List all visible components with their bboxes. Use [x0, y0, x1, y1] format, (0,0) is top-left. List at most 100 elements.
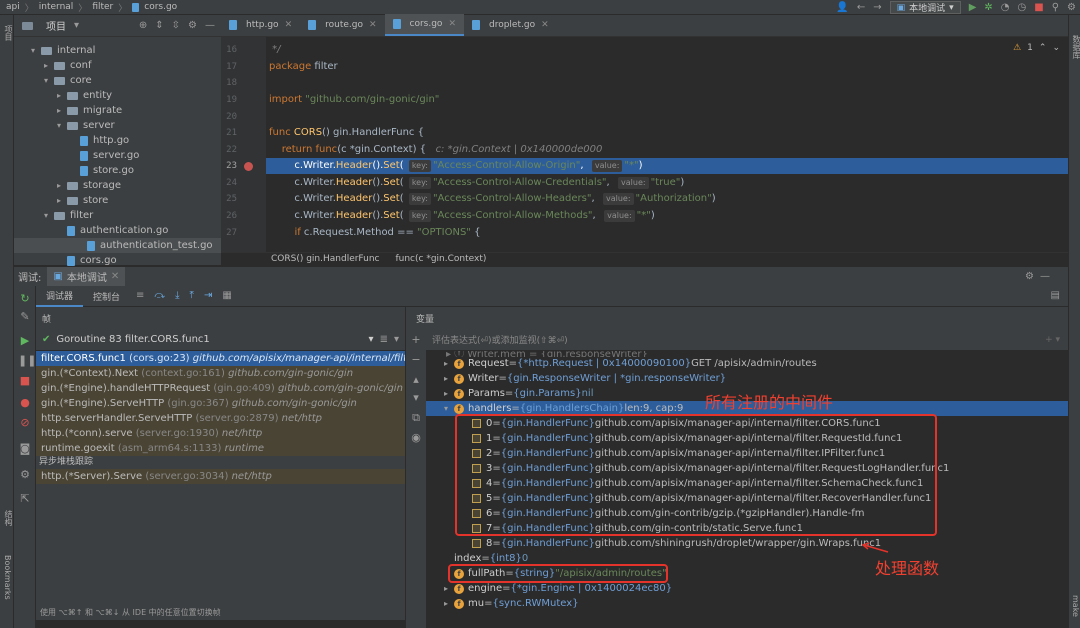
filter-icon[interactable]: ≣	[380, 334, 388, 345]
close-icon[interactable]: ✕	[285, 20, 293, 30]
project-tool-tab[interactable]: 项目	[3, 25, 14, 41]
move-up-icon[interactable]: ▴	[409, 373, 423, 387]
editor-tab[interactable]: cors.go ✕	[384, 14, 464, 36]
chevron-up-icon[interactable]: ⌃	[1039, 43, 1047, 53]
add-icon[interactable]: +	[409, 333, 423, 347]
gear-icon[interactable]: ⚙	[1025, 271, 1034, 282]
eye-icon[interactable]: ◉	[409, 431, 423, 445]
stop-icon[interactable]: ■	[18, 374, 32, 388]
move-down-icon[interactable]: ▾	[409, 391, 423, 405]
run-icon[interactable]: ▶	[969, 2, 977, 13]
pause-icon[interactable]: ❚❚	[18, 354, 36, 368]
step-into-icon[interactable]: ⤓	[175, 291, 179, 301]
chevron-right-icon[interactable]: ▸	[444, 581, 454, 596]
evaluate-grid-icon[interactable]: ▦	[222, 291, 231, 301]
chevron-right-icon[interactable]: ▸	[444, 386, 454, 401]
make-tool-tab[interactable]: make	[1071, 595, 1080, 617]
stop-icon[interactable]: ■	[1034, 2, 1043, 13]
add-watch-icon[interactable]: + ▾	[1045, 335, 1060, 345]
tab-console[interactable]: 控制台	[83, 286, 130, 307]
evaluate-expression-input[interactable]: 评估表达式(⏎)或添加监视(⇧⌘⏎) + ▾	[426, 329, 1068, 351]
tree-item[interactable]: ▾ core	[44, 73, 92, 88]
chevron-right-icon[interactable]: ▸	[444, 356, 454, 371]
debug-session-tab[interactable]: ▣ 本地调试 ✕	[47, 267, 126, 286]
tree-item[interactable]: ▾ server	[57, 118, 115, 133]
forward-arrow-icon[interactable]: →	[873, 2, 881, 13]
tab-debugger[interactable]: 调试器	[36, 286, 84, 307]
inspection-widget[interactable]: ⚠ 1 ⌃ ⌄	[1013, 43, 1060, 53]
debug-icon[interactable]: ✲	[984, 2, 992, 13]
tree-item[interactable]: server.go	[70, 148, 139, 163]
chevron-right-icon[interactable]: ▸	[444, 596, 454, 611]
profile-icon[interactable]: ◷	[1018, 2, 1027, 13]
chevron-down-icon[interactable]: ▾	[394, 334, 399, 345]
chevron-down-icon[interactable]: ▾	[57, 121, 67, 130]
variable-row[interactable]: ▸ f Params = {gin.Params} nil	[444, 386, 593, 401]
tree-item[interactable]: store.go	[70, 163, 134, 178]
stack-frame[interactable]: gin.(*Engine).handleHTTPRequest (gin.go:…	[36, 381, 405, 396]
async-stack-frame[interactable]: http.(*Server).Serve (server.go:3034) ne…	[36, 469, 405, 484]
tree-item[interactable]: ▾ filter	[44, 208, 93, 223]
chevron-down-icon[interactable]: ▾	[74, 20, 79, 31]
camera-icon[interactable]: ◙	[18, 442, 32, 456]
variable-row[interactable]: ▸ f engine = {*gin.Engine | 0x1400024ec80}	[444, 581, 672, 596]
rerun-icon[interactable]: ↻	[18, 292, 32, 306]
back-arrow-icon[interactable]: ←	[857, 2, 865, 13]
bookmarks-tool-tab[interactable]: Bookmarks	[3, 555, 12, 600]
variable-row[interactable]: ▸ f Request = {*http.Request | 0x140000901…	[444, 356, 817, 371]
gear-icon[interactable]: ⚙	[188, 20, 197, 31]
structure-tool-tab[interactable]: 结构	[3, 510, 14, 526]
duplicate-icon[interactable]: ⧉	[409, 411, 423, 425]
user-icon[interactable]: 👤	[836, 2, 848, 13]
search-icon[interactable]: ⚲	[1052, 2, 1059, 13]
chevron-right-icon[interactable]: ▸	[57, 91, 67, 100]
coverage-icon[interactable]: ◔	[1001, 2, 1010, 13]
mute-breakpoints-icon[interactable]: ⊘	[18, 416, 32, 430]
minimize-icon[interactable]: —	[205, 20, 215, 31]
gear-icon[interactable]: ⚙	[1067, 2, 1076, 13]
goroutine-select[interactable]: ✔ Goroutine 83 filter.CORS.func1 ▾ ≣ ▾	[36, 329, 405, 351]
run-configuration-select[interactable]: ▣ 本地调试 ▾	[889, 1, 961, 14]
variable-row[interactable]: ▸ f mu = {sync.RWMutex}	[444, 596, 579, 611]
chevron-right-icon[interactable]: ▸	[444, 371, 454, 386]
pin-icon[interactable]: ⇱	[18, 492, 32, 506]
close-icon[interactable]: ✕	[448, 19, 456, 29]
tree-item[interactable]: ▸ store	[57, 193, 108, 208]
close-icon[interactable]: ✕	[111, 271, 119, 282]
stack-frame[interactable]: http.serverHandler.ServeHTTP (server.go:…	[36, 411, 405, 426]
chevron-down-icon[interactable]: ⌄	[1052, 43, 1060, 53]
variable-row[interactable]: ▸ f Writer = {gin.ResponseWriter | *gin.re…	[444, 371, 726, 386]
editor-tab[interactable]: route.go ✕	[300, 14, 384, 36]
breadcrumb-anon-func[interactable]: func(c *gin.Context)	[395, 254, 486, 264]
chevron-right-icon[interactable]: ▸	[44, 61, 54, 70]
remove-icon[interactable]: −	[409, 353, 423, 367]
tree-item[interactable]: ▾ internal	[31, 43, 95, 58]
breadcrumb-cors-func[interactable]: CORS() gin.HandlerFunc	[271, 254, 379, 264]
close-icon[interactable]: ✕	[541, 20, 549, 30]
tree-item[interactable]: http.go	[70, 133, 129, 148]
stack-frame[interactable]: gin.(*Context).Next (context.go:161) git…	[36, 366, 405, 381]
tree-item[interactable]: ▸ conf	[44, 58, 91, 73]
breadcrumb-filter[interactable]: filter	[92, 2, 113, 12]
layout-icon[interactable]: ≡	[136, 291, 144, 301]
chevron-down-icon[interactable]: ▾	[44, 211, 54, 220]
chevron-down-icon[interactable]: ▾	[31, 46, 41, 55]
step-out-icon[interactable]: ⤒	[190, 291, 194, 301]
chevron-right-icon[interactable]: ▸	[57, 181, 67, 190]
handler-element-row[interactable]: 8 = {gin.HandlerFunc} github.com/shining…	[472, 536, 881, 551]
tree-item[interactable]: authentication_test.go	[14, 238, 221, 253]
editor-tab[interactable]: http.go ✕	[221, 14, 300, 36]
breadcrumb-api[interactable]: api	[6, 2, 20, 12]
stack-frame[interactable]: runtime.goexit (asm_arm64.s:1133) runtim…	[36, 441, 405, 456]
chevron-right-icon[interactable]: ▸	[57, 106, 67, 115]
breadcrumb-cors-go[interactable]: cors.go	[144, 2, 177, 12]
database-tool-tab[interactable]: 数据库	[1071, 35, 1080, 59]
close-icon[interactable]: ✕	[369, 20, 377, 30]
tree-item[interactable]: authentication.go	[57, 223, 168, 238]
editor-tab[interactable]: droplet.go ✕	[464, 14, 557, 36]
chevron-down-icon[interactable]: ▾	[44, 76, 54, 85]
stack-frame[interactable]: filter.CORS.func1 (cors.go:23) github.co…	[36, 351, 405, 366]
breadcrumb-internal[interactable]: internal	[39, 2, 74, 12]
layout-settings-icon[interactable]: ▤	[1051, 291, 1060, 301]
tree-item[interactable]: ▸ storage	[57, 178, 121, 193]
